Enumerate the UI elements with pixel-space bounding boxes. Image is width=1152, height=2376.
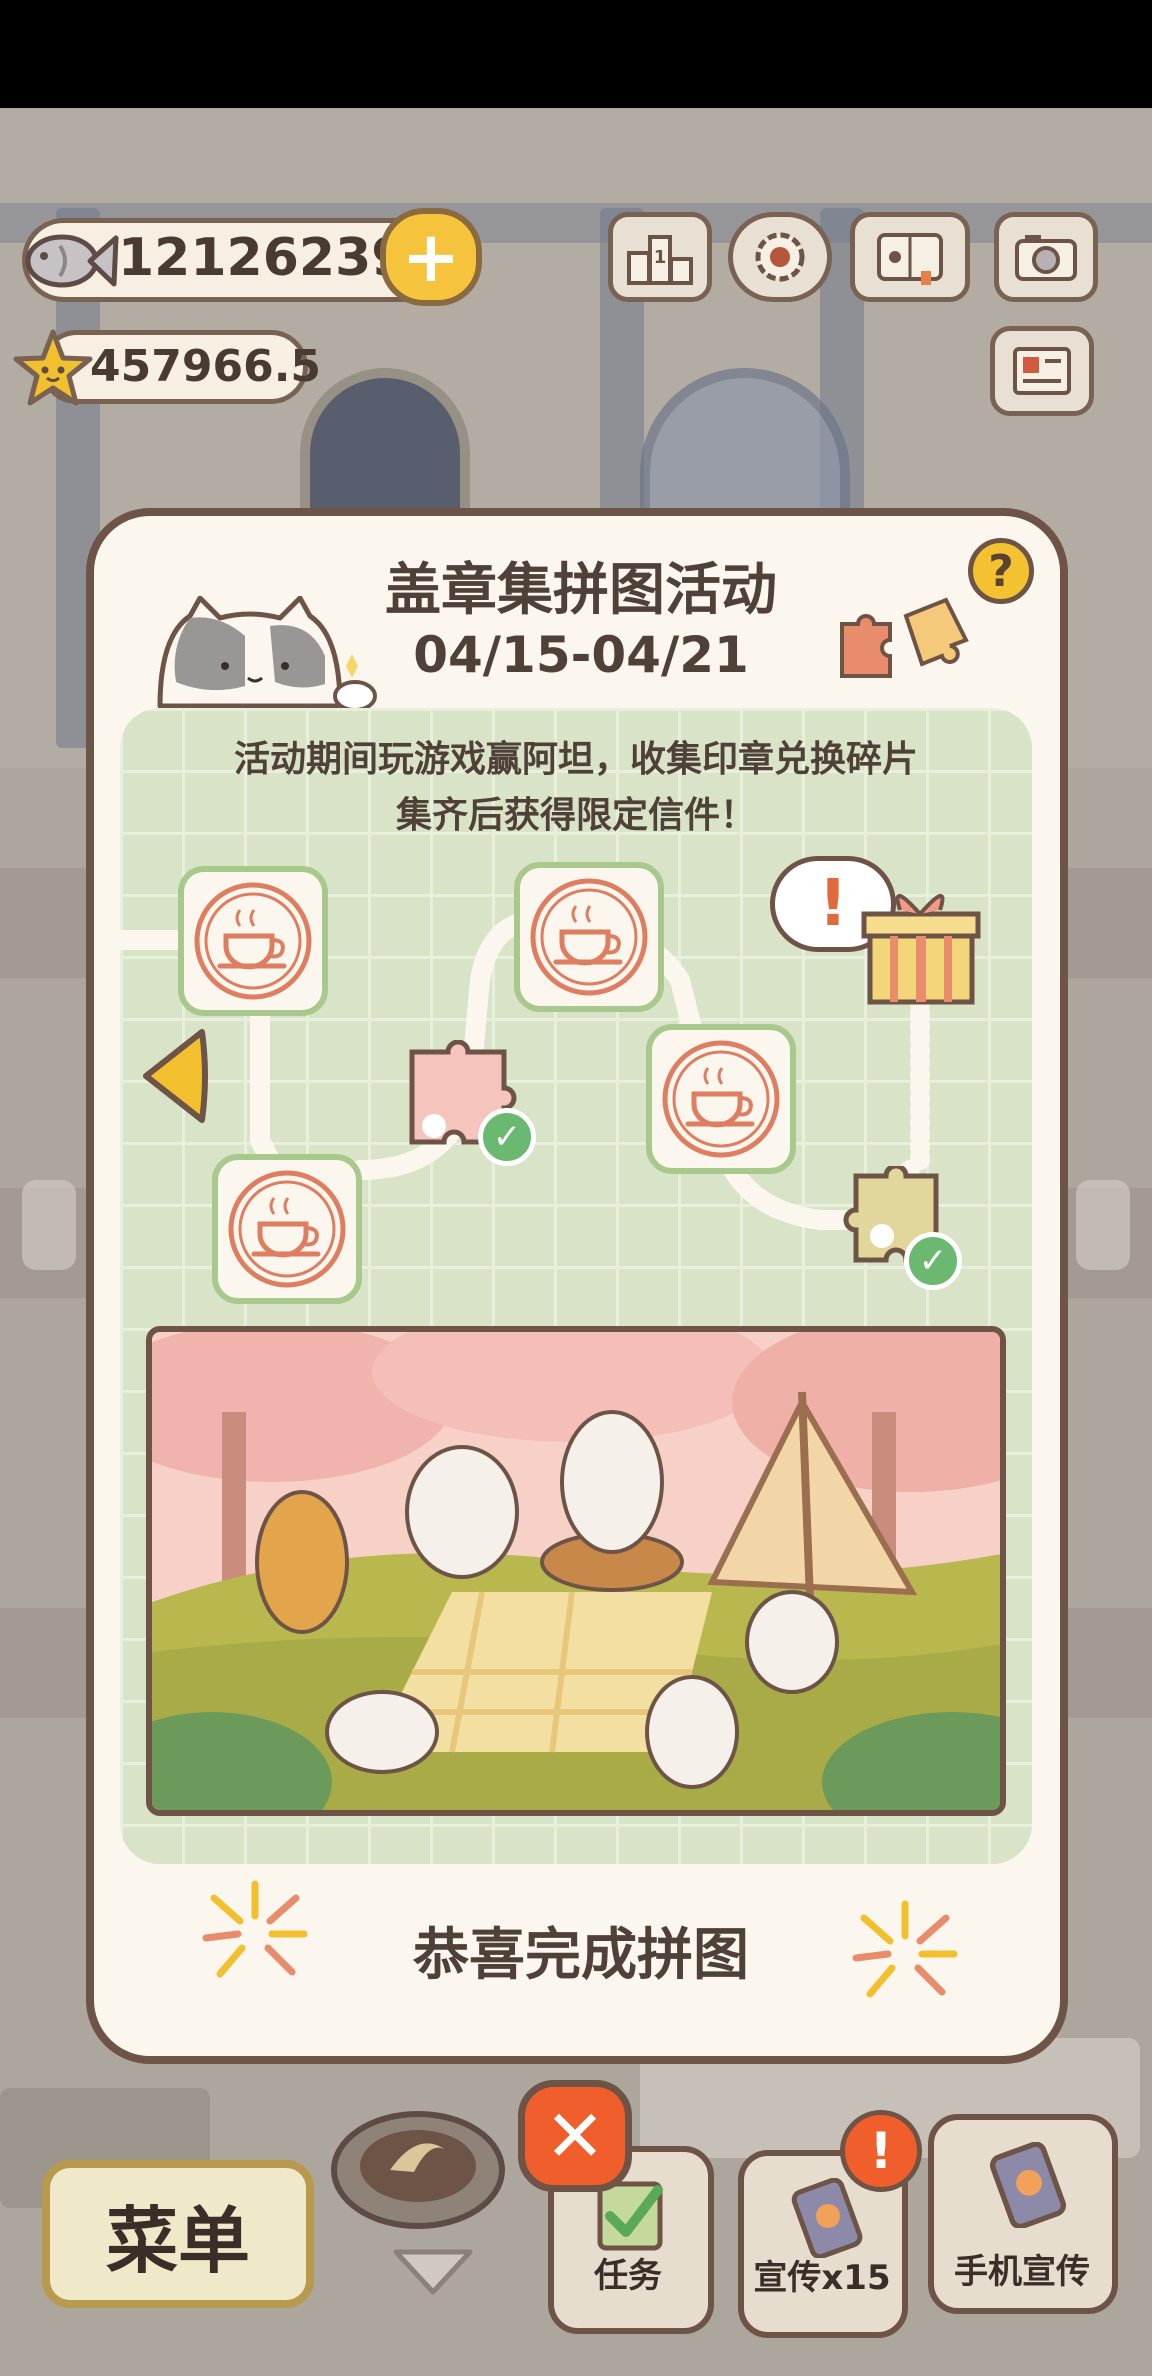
fish-amount: 12126239 — [118, 228, 408, 288]
fish-icon — [25, 234, 119, 288]
coffee-stamp[interactable] — [646, 1024, 796, 1174]
puzzle-pieces-icon — [840, 597, 969, 678]
star-icon — [13, 329, 93, 406]
coffee-stamp[interactable] — [178, 866, 328, 1016]
status-bar — [0, 0, 1152, 108]
promo-phone-icon — [791, 2178, 863, 2258]
tasks-label: 任务 — [594, 2256, 662, 2296]
promo-label: 宣传x15 — [753, 2258, 891, 2298]
close-button[interactable]: ✕ — [518, 2080, 632, 2192]
chevron-down-icon[interactable] — [388, 2242, 478, 2302]
settings-gear-icon[interactable] — [728, 212, 832, 302]
completed-puzzle-image — [146, 1326, 1006, 1816]
gift-box-icon[interactable] — [860, 880, 982, 1008]
event-description: 活动期间玩游戏赢阿坦，收集印章兑换碎片 集齐后获得限定信件！ — [120, 732, 1032, 844]
firework-icon — [852, 1900, 958, 1998]
star-amount: 457966.5 — [90, 341, 322, 392]
background-left-arrow — [22, 1180, 76, 1270]
phone-promo-icon — [989, 2142, 1067, 2228]
plus-icon: + — [401, 216, 461, 298]
previous-arrow-icon[interactable] — [136, 1024, 210, 1128]
ranking-icon[interactable]: 1 — [608, 212, 712, 302]
svg-text:1: 1 — [654, 247, 667, 268]
food-dish-icon[interactable] — [330, 2100, 506, 2230]
check-icon: ✓ — [904, 1232, 962, 1290]
description-line-2: 集齐后获得限定信件！ — [395, 795, 756, 836]
promo-alert-badge: ! — [840, 2110, 922, 2192]
help-button[interactable]: ? — [968, 538, 1034, 604]
camera-icon[interactable] — [994, 212, 1098, 302]
background-right-arrow — [1076, 1180, 1130, 1270]
add-fish-button[interactable]: + — [380, 208, 482, 306]
cat-album-icon[interactable] — [850, 212, 970, 302]
menu-button[interactable]: 菜单 — [42, 2160, 314, 2308]
mail-icon[interactable] — [990, 326, 1094, 416]
description-line-1: 活动期间玩游戏赢阿坦，收集印章兑换碎片 — [233, 739, 918, 780]
coffee-stamp[interactable] — [212, 1154, 362, 1304]
check-icon: ✓ — [478, 1108, 536, 1166]
coffee-stamp[interactable] — [514, 862, 664, 1012]
phone-promo-label: 手机宣传 — [954, 2252, 1090, 2292]
